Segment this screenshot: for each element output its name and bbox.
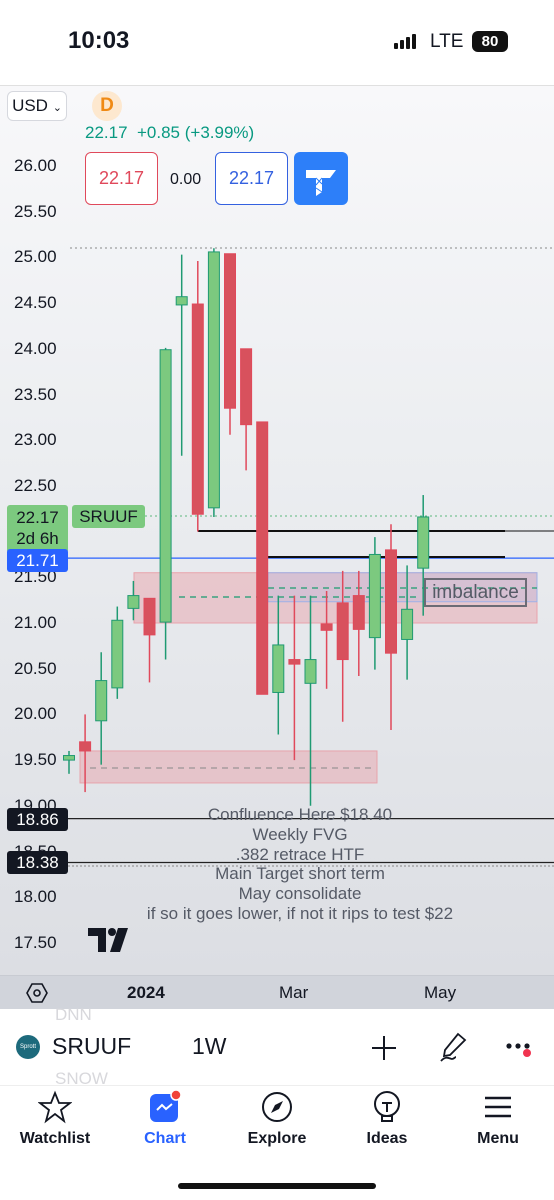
price-axis-label: 20.00 — [14, 704, 57, 724]
price-axis-label: 24.00 — [14, 338, 57, 358]
tab-label: Explore — [247, 1130, 307, 1147]
time-label: Mar — [279, 983, 309, 1002]
time-label: 2024 — [127, 983, 165, 1002]
candle-up — [417, 516, 430, 569]
buy-button[interactable]: 22.17 — [215, 152, 288, 205]
price-axis-label: 20.50 — [14, 658, 57, 678]
candle-down — [79, 741, 92, 752]
more-options-icon[interactable] — [505, 1041, 535, 1063]
trade-button[interactable] — [294, 152, 348, 205]
lightbulb-icon — [374, 1091, 400, 1122]
star-icon — [38, 1090, 72, 1124]
bar-countdown: 2d 6h — [16, 529, 59, 548]
chart-icon — [150, 1090, 182, 1122]
note-line: Main Target short term — [215, 864, 385, 884]
candle-up — [207, 251, 220, 509]
price-axis-label: 22.50 — [14, 475, 57, 495]
scroll-ghost-symbol: DNN — [55, 1005, 92, 1024]
price-axis-label: 17.50 — [14, 932, 57, 952]
time-label: May — [424, 983, 457, 1002]
candle-up — [304, 659, 317, 684]
note-line: Confluence Here $18.40 — [207, 805, 393, 824]
time-axis[interactable] — [0, 975, 554, 1009]
note-line: if so it goes lower, if not it rips to t… — [146, 903, 454, 923]
symbol-logo: Sprott — [16, 1035, 40, 1059]
tab-menu[interactable]: Menu — [443, 1090, 553, 1148]
chevron-down-icon: ⌄ — [52, 102, 62, 114]
candle-down — [352, 595, 365, 630]
price-axis-label: 21.00 — [14, 613, 57, 632]
interval-badge[interactable]: D — [92, 91, 122, 121]
candle-up — [95, 680, 108, 722]
last-price: 22.17 — [85, 123, 128, 142]
candle-down — [143, 597, 156, 636]
price-axis-label: 24.50 — [14, 293, 57, 313]
candle-up — [127, 595, 140, 609]
tab-label: Watchlist — [19, 1130, 91, 1147]
symbol-button[interactable]: SRUUF — [52, 1033, 131, 1060]
candle-up — [63, 755, 75, 761]
candle-down — [224, 253, 236, 409]
candle-down — [191, 303, 204, 515]
settings-hex-icon[interactable] — [26, 982, 48, 1004]
tradingview-logo-icon[interactable] — [88, 928, 134, 952]
price-axis-label: 25.00 — [14, 247, 57, 267]
fvg-zone — [79, 750, 378, 784]
candle-down — [336, 602, 349, 661]
compass-icon — [262, 1092, 292, 1122]
price-axis-label: 23.00 — [14, 430, 57, 450]
level-tag-18-38[interactable]: 18.38 — [7, 851, 68, 874]
currency-select[interactable]: USD ⌄ — [7, 91, 67, 121]
blue-line-tag[interactable]: 21.71 — [7, 549, 68, 572]
candle-up — [111, 619, 124, 689]
interval-button[interactable]: 1W — [192, 1033, 227, 1060]
price-axis-label: 19.50 — [14, 750, 57, 770]
price-axis-label: 25.50 — [14, 201, 57, 221]
currency-label: USD — [12, 96, 48, 115]
price-axis-label: 18.00 — [14, 887, 57, 907]
tab-label: Ideas — [366, 1130, 408, 1147]
tab-ideas[interactable]: Ideas — [332, 1090, 442, 1148]
candle-down — [385, 549, 397, 654]
candle-down — [288, 659, 301, 665]
home-indicator — [178, 1183, 376, 1189]
symbol-tag: SRUUF — [72, 505, 145, 528]
imbalance-label[interactable]: imbalance — [424, 578, 527, 607]
last-price-value: 22.17 — [16, 508, 59, 527]
hamburger-menu-icon — [485, 1096, 511, 1118]
broker-logo-icon — [306, 170, 336, 196]
candle-up — [175, 296, 188, 306]
price-axis-label: 26.00 — [14, 156, 57, 175]
pen-drawing-icon[interactable] — [438, 1031, 468, 1063]
plus-icon[interactable] — [371, 1035, 397, 1061]
note-line: .382 retrace HTF — [235, 844, 365, 864]
note-line: Weekly FVG — [252, 824, 348, 844]
chart-toolbar: DNN SNOW Sprott SRUUF 1W — [0, 1005, 554, 1088]
candle-up — [368, 553, 381, 639]
candle-down — [256, 421, 269, 695]
candle-down — [320, 623, 333, 631]
tab-explore[interactable]: Explore — [222, 1090, 332, 1148]
last-price-tag: 22.17 2d 6h — [7, 505, 68, 553]
tab-chart[interactable]: Chart — [110, 1090, 220, 1148]
quote-line: 22.17 +0.85 (+3.99%) — [85, 123, 254, 143]
candle-up — [272, 644, 285, 693]
candle-up — [159, 349, 172, 623]
tab-watchlist[interactable]: Watchlist — [0, 1090, 110, 1148]
price-change: +0.85 (+3.99%) — [137, 123, 255, 142]
candle-up — [401, 608, 414, 640]
chart-note[interactable]: Confluence Here $18.40 Weekly FVG .382 r… — [100, 805, 500, 924]
level-tag-18-86[interactable]: 18.86 — [7, 808, 68, 831]
tab-label: Chart — [144, 1130, 186, 1147]
sell-button[interactable]: 22.17 — [85, 152, 158, 205]
note-line: May consolidate — [238, 884, 362, 904]
tab-label: Menu — [477, 1130, 519, 1147]
spread: 0.00 — [170, 171, 202, 188]
candle-down — [240, 348, 253, 426]
price-axis-label: 23.50 — [14, 384, 57, 404]
